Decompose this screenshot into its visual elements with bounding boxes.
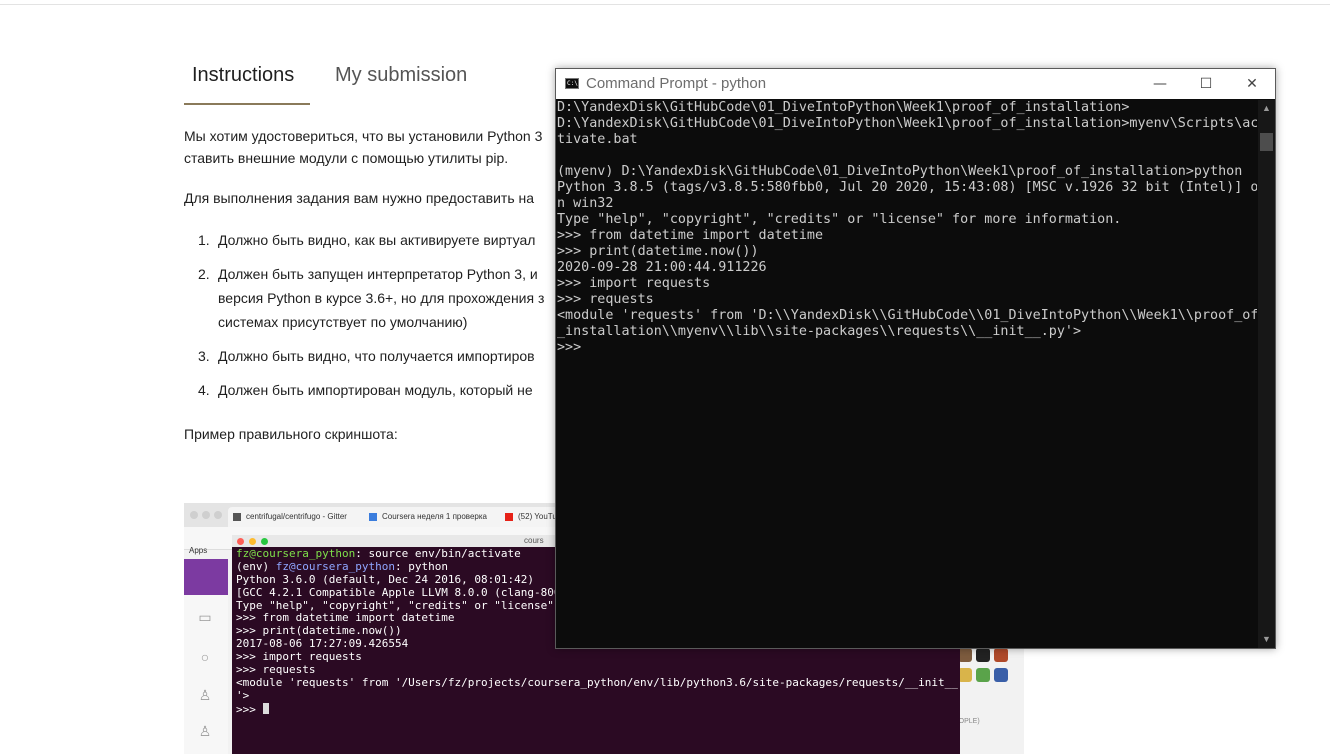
console-line: >>> [557,340,582,355]
console-line: D:\YandexDisk\GitHubCode\01_DiveIntoPyth… [557,116,1257,131]
terminal-line: >>> requests [236,663,316,677]
console-line: (myenv) D:\YandexDisk\GitHubCode\01_Dive… [557,164,1243,179]
browser-tab: Coursera неделя 1 проверка [364,507,510,527]
terminal-line: '> [236,688,250,702]
terminal-line: <module 'requests' from '/Users/fz/proje… [236,675,960,689]
scroll-down-icon[interactable]: ▼ [1258,631,1275,648]
top-divider [0,4,1330,5]
list-item: 1. Должно быть видно, как вы активируете … [198,232,536,248]
console-line: Python 3.8.5 (tags/v3.8.5:580fbb0, Jul 2… [557,180,1257,195]
console-line: Type "help", "copyright", "credits" or "… [557,212,1122,227]
people-icon: ♙ [198,723,212,739]
task-intro: Для выполнения задания вам нужно предост… [184,190,535,206]
gitter-favicon-icon [233,513,241,521]
console-line: tivate.bat [557,132,638,147]
scroll-up-icon[interactable]: ▲ [1258,100,1275,117]
tab-instructions[interactable]: Instructions [192,64,294,87]
doc-favicon-icon [369,513,377,521]
youtube-favicon-icon [505,513,513,521]
terminal-folder-label: cours [524,536,544,545]
gitter-logo [184,559,228,595]
chat-icon: ▭ [198,609,212,625]
console-line: >>> import requests [557,276,711,291]
cmd-icon: C:\ [565,78,579,89]
apps-bookmark: Apps [189,546,208,555]
avatar [976,668,990,682]
close-dot-icon [237,538,244,545]
console-line: >>> print(datetime.now()) [557,244,759,259]
browser-tab: centrifugal/centrifugo - Gitter [228,507,374,527]
intro-line-2: ставить внешние модули с помощью утилиты… [184,150,509,166]
avatar [994,648,1008,662]
window-dot-icon [190,511,198,519]
avatar [958,648,972,662]
window-titlebar[interactable]: C:\ Command Prompt - python — ☐ ✕ [556,69,1275,99]
minimize-button[interactable]: — [1137,69,1183,99]
window-dot-icon [214,511,222,519]
console-line: _installation\\myenv\\lib\\site-packages… [557,324,1082,339]
terminal-line: >>> import requests [236,650,362,664]
list-item: 2. Должен быть запущен интерпретатор Pyth… [198,266,538,282]
tab-my-submission[interactable]: My submission [335,64,467,87]
console-text: D:\YandexDisk\GitHubCode\01_DiveIntoPyth… [557,100,1257,356]
window-dot-icon [202,511,210,519]
list-item: 4. Должен быть импортирован модуль, котор… [198,382,533,398]
terminal-line: >>> [236,702,960,716]
console-line: >>> from datetime import datetime [557,228,824,243]
list-item: 3. Должно быть видно, что получается импо… [198,348,535,364]
minimize-dot-icon [249,538,256,545]
window-title: Command Prompt - python [586,75,767,92]
active-tab-indicator [184,103,310,105]
avatar-grid [958,648,1010,688]
intro-line-1: Мы хотим удостовериться, что вы установи… [184,128,543,144]
example-label: Пример правильного скриншота: [184,426,398,442]
list-item-continuation: системах присутствует по умолчанию) [218,314,468,330]
scroll-thumb[interactable] [1260,133,1273,151]
avatar [976,648,990,662]
console-output[interactable]: D:\YandexDisk\GitHubCode\01_DiveIntoPyth… [557,100,1257,645]
user-icon: ♙ [198,687,212,703]
command-prompt-window[interactable]: C:\ Command Prompt - python — ☐ ✕ D:\Yan… [555,68,1276,649]
maximize-button[interactable]: ☐ [1183,69,1229,99]
console-line: <module 'requests' from 'D:\\YandexDisk\… [557,308,1257,323]
vertical-scrollbar[interactable]: ▲ ▼ [1258,100,1275,648]
zoom-dot-icon [261,538,268,545]
avatar [958,668,972,682]
search-icon: ○ [200,649,210,665]
close-button[interactable]: ✕ [1229,69,1275,99]
list-item-continuation: версия Python в курсе 3.6+, но для прохо… [218,290,545,306]
console-line: >>> requests [557,292,654,307]
console-line: n win32 [557,196,614,211]
avatar [994,668,1008,682]
console-line: 2020-09-28 21:00:44.911226 [557,260,767,275]
cursor [262,702,269,714]
console-line: D:\YandexDisk\GitHubCode\01_DiveIntoPyth… [557,100,1130,115]
